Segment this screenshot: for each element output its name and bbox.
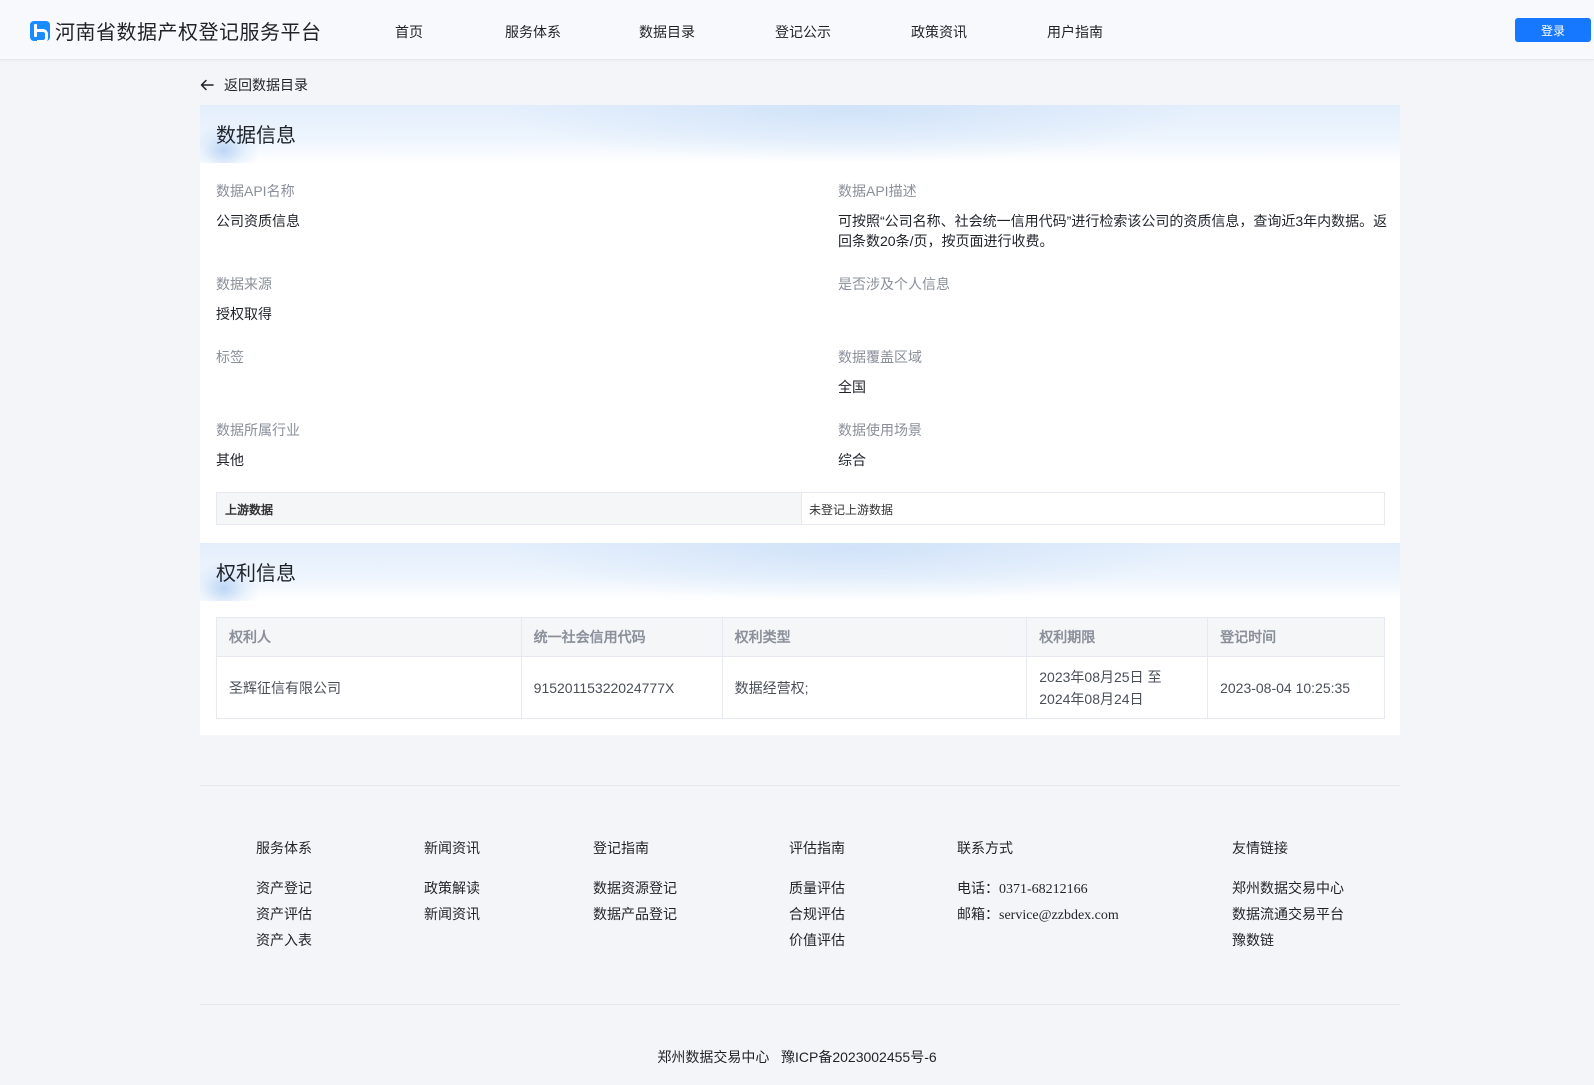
footer-col-title: 服务体系 [256,840,312,856]
cell-right-type: 数据经营权; [721,656,1028,719]
detail-card: 数据信息 数据API名称 公司资质信息 数据API描述 可按照“公司名称、社会统… [200,105,1400,735]
field-industry: 数据所属行业 其他 [216,420,776,470]
footer-org: 郑州数据交易中心 [657,1049,770,1065]
nav-item-registry[interactable]: 登记公示 [775,22,831,42]
field-value: 其他 [216,452,244,468]
phone-number: 0371-68212166 [999,882,1088,897]
cell-term: 2023年08月25日 至 2024年08月24日 [1026,656,1209,719]
upstream-value: 未登记上游数据 [809,503,894,517]
footer-link[interactable]: 政策解读 [424,878,480,898]
footer-link[interactable]: 质量评估 [789,878,845,898]
term-start: 2023年08月25日 至 [1039,668,1162,685]
nav-item-catalog[interactable]: 数据目录 [639,22,695,42]
term-end: 2024年08月24日 [1039,690,1144,707]
nav-item-guide[interactable]: 用户指南 [1047,22,1103,42]
rights-info-header: 权利信息 [200,543,1400,601]
footer-link[interactable]: 资产评估 [256,904,312,924]
field-label: 数据来源 [216,276,272,292]
cell-credit-code: 91520115322024777X [520,656,723,719]
footer-col-title: 新闻资讯 [424,840,480,856]
footer-col-assessment-guide: 评估指南 质量评估 合规评估 价值评估 [789,838,845,950]
copyright-line: 郑州数据交易中心 豫ICP备2023002455号-6 [0,1047,1594,1067]
footer-col-title: 联系方式 [957,840,1013,856]
cell-holder: 圣辉征信有限公司 [216,656,522,719]
field-tags: 标签 [216,347,776,377]
field-value: 公司资质信息 [216,213,300,229]
email-address[interactable]: service@zzbdex.com [999,908,1119,923]
logo-icon [30,20,50,43]
data-info-title: 数据信息 [216,125,296,147]
footer-link[interactable]: 数据资源登记 [593,878,677,898]
footer-divider-bottom [200,1004,1400,1005]
field-value: 综合 [838,452,866,468]
col-term: 权利期限 [1026,617,1209,657]
top-header: 河南省数据产权登记服务平台 首页 服务体系 数据目录 登记公示 政策资讯 用户指… [0,0,1594,60]
field-api-name: 数据API名称 公司资质信息 [216,181,776,231]
email-label: 邮箱： [957,906,999,922]
field-value: 授权取得 [216,306,272,322]
footer-col-title: 评估指南 [789,840,845,856]
data-info-header: 数据信息 [200,105,1400,163]
rights-info-title: 权利信息 [216,563,296,585]
footer-col-news: 新闻资讯 政策解读 新闻资讯 [424,838,480,924]
logo[interactable]: 河南省数据产权登记服务平台 [30,16,322,45]
footer-link[interactable]: 资产登记 [256,878,312,898]
rights-table: 权利人 统一社会信用代码 权利类型 权利期限 登记时间 圣辉征信有限公司 915… [216,617,1385,719]
footer-col-services: 服务体系 资产登记 资产评估 资产入表 [256,838,312,950]
contact-email: 邮箱：service@zzbdex.com [957,904,1119,924]
phone-label: 电话： [957,880,999,896]
footer-link[interactable]: 数据流通交易平台 [1232,904,1344,924]
cell-registered-at: 2023-08-04 10:25:35 [1207,656,1385,719]
field-label: 数据使用场景 [838,422,922,438]
table-row: 圣辉征信有限公司 91520115322024777X 数据经营权; 2023年… [216,656,1385,719]
field-label: 数据覆盖区域 [838,349,922,365]
field-value: 可按照“公司名称、社会统一信用代码”进行检索该公司的资质信息，查询近3年内数据。… [838,213,1388,249]
field-value: 全国 [838,379,866,395]
footer-link[interactable]: 数据产品登记 [593,904,677,924]
field-scenario: 数据使用场景 综合 [838,420,1398,470]
table-header-row: 权利人 统一社会信用代码 权利类型 权利期限 登记时间 [216,617,1385,657]
field-coverage: 数据覆盖区域 全国 [838,347,1398,397]
field-personal-info: 是否涉及个人信息 [838,274,1398,304]
login-button[interactable]: 登录 [1515,18,1591,42]
field-label: 数据API名称 [216,183,295,199]
footer-link[interactable]: 新闻资讯 [424,904,480,924]
field-source: 数据来源 授权取得 [216,274,776,324]
footer-link[interactable]: 郑州数据交易中心 [1232,878,1344,898]
footer-link[interactable]: 合规评估 [789,904,845,924]
nav-item-policy[interactable]: 政策资讯 [911,22,967,42]
footer-col-friend-links: 友情链接 郑州数据交易中心 数据流通交易平台 豫数链 [1232,838,1344,950]
footer-col-title: 登记指南 [593,840,649,856]
col-holder: 权利人 [216,617,522,657]
contact-phone: 电话：0371-68212166 [957,878,1119,898]
upstream-table: 上游数据 未登记上游数据 [216,492,1385,525]
back-link-label: 返回数据目录 [224,77,308,93]
col-registered-at: 登记时间 [1207,617,1385,657]
nav-item-services[interactable]: 服务体系 [505,22,561,42]
upstream-label: 上游数据 [217,493,802,524]
field-label: 是否涉及个人信息 [838,276,950,292]
arrow-left-icon [200,79,214,91]
footer-col-title: 友情链接 [1232,840,1288,856]
col-credit-code: 统一社会信用代码 [520,617,723,657]
field-label: 标签 [216,349,244,365]
site-title: 河南省数据产权登记服务平台 [55,22,322,44]
nav-item-home[interactable]: 首页 [395,22,423,42]
back-link[interactable]: 返回数据目录 [200,75,308,95]
field-label: 数据所属行业 [216,422,300,438]
footer-link[interactable]: 资产入表 [256,930,312,950]
footer-link[interactable]: 豫数链 [1232,930,1344,950]
footer-divider-top [200,785,1400,786]
icp-number[interactable]: 豫ICP备2023002455号-6 [781,1049,937,1065]
footer-link[interactable]: 价值评估 [789,930,845,950]
footer-col-contact: 联系方式 电话：0371-68212166 邮箱：service@zzbdex.… [957,838,1119,924]
field-label: 数据API描述 [838,183,917,199]
field-api-desc: 数据API描述 可按照“公司名称、社会统一信用代码”进行检索该公司的资质信息，查… [838,181,1388,251]
footer-col-registration-guide: 登记指南 数据资源登记 数据产品登记 [593,838,677,924]
col-right-type: 权利类型 [721,617,1028,657]
